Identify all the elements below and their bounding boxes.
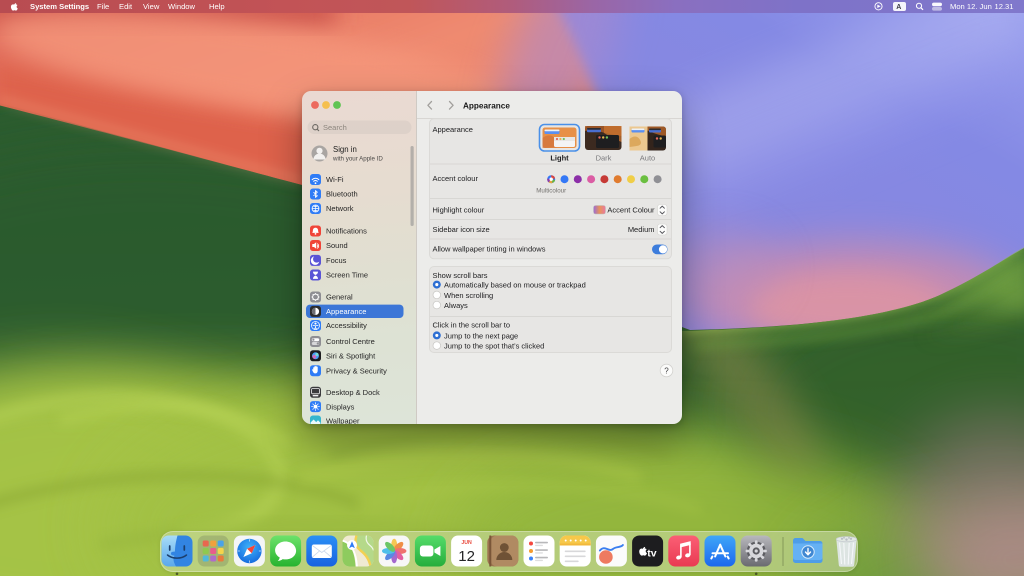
svg-text:Show scroll bars: Show scroll bars [433,271,488,280]
svg-text:Wi-Fi: Wi-Fi [326,175,344,184]
svg-text:Control Centre: Control Centre [326,337,375,346]
svg-text:System Settings: System Settings [30,2,89,11]
svg-text:Sidebar icon size: Sidebar icon size [433,225,490,234]
svg-text:Highlight colour: Highlight colour [433,206,485,215]
svg-text:Automatically based on mouse o: Automatically based on mouse or trackpad [444,281,586,290]
svg-text:Dark: Dark [596,154,612,163]
svg-text:Appearance: Appearance [463,102,510,111]
svg-text:Appearance: Appearance [433,125,473,134]
svg-text:Light: Light [550,154,569,163]
svg-text:Edit: Edit [119,2,133,11]
svg-text:tv: tv [647,547,656,559]
svg-text:12.31: 12.31 [995,2,1014,11]
svg-text:Jump to the next page: Jump to the next page [444,331,518,340]
svg-text:Siri & Spotlight: Siri & Spotlight [326,352,376,361]
svg-text:Privacy & Security: Privacy & Security [326,366,387,375]
svg-text:Sound: Sound [326,241,348,250]
svg-text:Sign in: Sign in [333,145,357,154]
svg-text:Search: Search [323,123,347,132]
svg-text:Desktop & Dock: Desktop & Dock [326,388,380,397]
svg-text:JUN: JUN [461,540,472,546]
svg-text:General: General [326,293,353,302]
svg-text:Allow wallpaper tinting in win: Allow wallpaper tinting in windows [433,245,546,254]
svg-text:Screen Time: Screen Time [326,271,368,280]
svg-text:Click in the scroll bar to: Click in the scroll bar to [433,321,511,330]
svg-text:A: A [896,4,901,11]
svg-text:Mon 12. Jun: Mon 12. Jun [950,2,992,11]
svg-text:Medium: Medium [628,225,655,234]
svg-text:Accessibility: Accessibility [326,321,367,330]
svg-text:Accent Colour: Accent Colour [607,206,655,215]
svg-text:View: View [143,2,160,11]
svg-text:Notifications: Notifications [326,227,367,236]
svg-text:Focus: Focus [326,256,347,265]
svg-text:Auto: Auto [640,154,655,163]
svg-text:Jump to the spot that’s clicke: Jump to the spot that’s clicked [444,342,544,351]
svg-text:with your Apple ID: with your Apple ID [332,156,383,163]
svg-text:Always: Always [444,301,468,310]
svg-text:Bluetooth: Bluetooth [326,190,358,199]
svg-text:Displays: Displays [326,402,355,411]
svg-text:File: File [97,2,109,11]
svg-text:?: ? [664,367,669,376]
svg-text:Accent colour: Accent colour [433,174,479,183]
svg-text:Network: Network [326,204,354,213]
svg-text:Wallpaper: Wallpaper [326,417,360,424]
svg-text:Appearance: Appearance [326,307,366,316]
svg-text:Multicolour: Multicolour [536,188,566,195]
svg-text:12: 12 [458,548,475,565]
svg-text:When scrolling: When scrolling [444,291,493,300]
svg-text:Window: Window [168,2,196,11]
svg-text:Help: Help [209,2,225,11]
